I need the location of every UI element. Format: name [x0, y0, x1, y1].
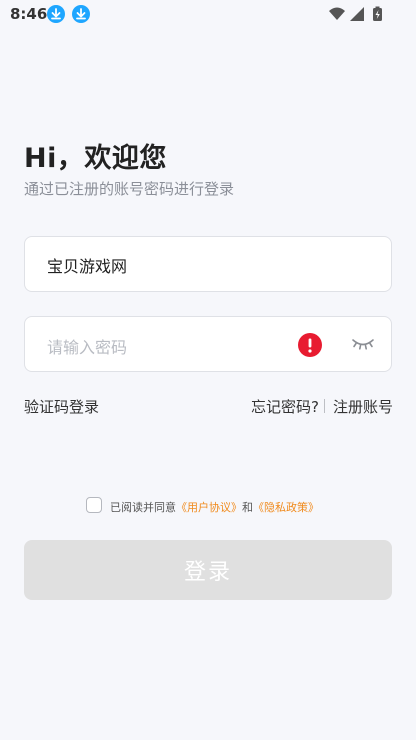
user-agreement-link[interactable]: 《用户协议》 — [176, 501, 242, 514]
link-divider — [324, 399, 325, 413]
system-status-icons — [328, 6, 388, 22]
account-input-value[interactable]: 宝贝游戏网 — [47, 253, 127, 277]
login-button[interactable]: 登录 — [24, 540, 392, 600]
download-icon — [72, 5, 90, 23]
signal-icon — [350, 7, 364, 21]
password-input-placeholder[interactable]: 请输入密码 — [47, 334, 127, 358]
account-field[interactable]: 宝贝游戏网 — [24, 236, 392, 292]
status-bar: 8:46 — [0, 0, 416, 30]
page-subtitle: 通过已注册的账号密码进行登录 — [24, 180, 235, 198]
sms-login-link[interactable]: 验证码登录 — [24, 396, 99, 417]
eye-closed-icon[interactable] — [351, 335, 375, 357]
agreement-prefix: 已阅读并同意 — [110, 501, 176, 514]
agreement-conjunction: 和 — [242, 501, 253, 514]
privacy-policy-link[interactable]: 《隐私政策》 — [253, 501, 319, 514]
password-field[interactable]: 请输入密码 — [24, 316, 392, 372]
page-title: Hi，欢迎您 — [24, 143, 167, 174]
forgot-password-link[interactable]: 忘记密码? — [251, 396, 319, 417]
battery-icon — [373, 6, 382, 21]
agreement-checkbox[interactable] — [86, 497, 102, 513]
status-time: 8:46 — [10, 5, 48, 23]
error-icon — [298, 333, 322, 357]
download-icon — [47, 5, 65, 23]
register-link[interactable]: 注册账号 — [333, 396, 393, 417]
wifi-icon — [329, 7, 345, 20]
agreement-text: 已阅读并同意《用户协议》和《隐私政策》 — [110, 499, 319, 515]
